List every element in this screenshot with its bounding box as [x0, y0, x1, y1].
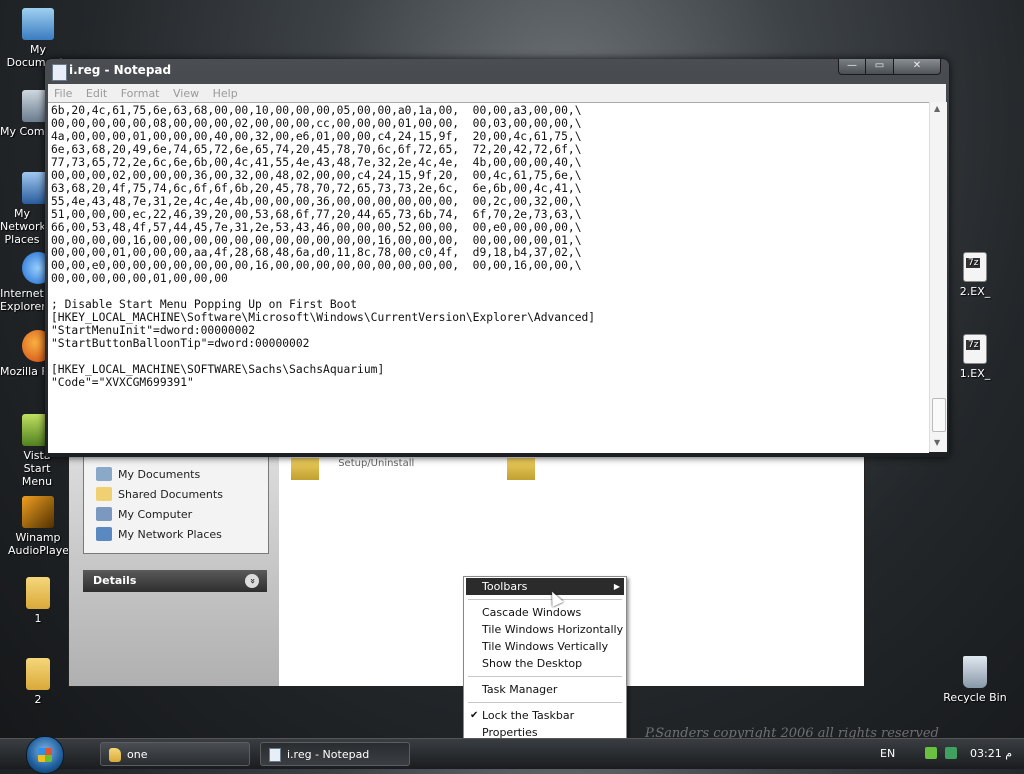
taskbar-context-menu: Toolbars ▶ Cascade Windows Tile Windows …: [463, 576, 627, 744]
notepad-icon: [269, 748, 281, 762]
menu-item-label: Tile Windows Horizontally: [482, 623, 624, 636]
my-network-places-icon: [96, 527, 112, 541]
menu-item-cascade-windows[interactable]: Cascade Windows: [466, 604, 624, 621]
task-link-shared-documents[interactable]: Shared Documents: [84, 484, 268, 504]
folder-icon: [26, 577, 50, 609]
my-documents-icon: [22, 8, 54, 40]
setup-icon: [291, 458, 319, 480]
chevron-down-icon[interactable]: »: [245, 574, 259, 588]
7z-file-icon: 7z: [963, 334, 987, 364]
close-button[interactable]: ✕: [893, 59, 941, 75]
menu-format[interactable]: Format: [115, 84, 164, 100]
menu-bar: File Edit Format View Help: [48, 84, 946, 102]
taskbar-button-label: one: [127, 748, 148, 761]
menu-item-toolbars[interactable]: Toolbars ▶: [466, 578, 624, 595]
file-label: Setup/Uninstall: [338, 458, 415, 469]
menu-item-label: Toolbars: [482, 580, 528, 593]
menu-edit[interactable]: Edit: [80, 84, 111, 100]
desktop-icon-winamp[interactable]: Winamp AudioPlayer: [0, 496, 76, 557]
vertical-scrollbar[interactable]: ▲ ▼: [929, 102, 947, 452]
taskbar-button-notepad[interactable]: i.reg - Notepad: [260, 742, 410, 766]
clock[interactable]: 03:21 م: [970, 747, 1012, 760]
menu-item-tile-vertically[interactable]: Tile Windows Vertically: [466, 638, 624, 655]
my-computer-icon: [96, 507, 112, 521]
menu-separator: [468, 702, 622, 703]
task-link-my-computer[interactable]: My Computer: [84, 504, 268, 524]
network-icon[interactable]: [925, 747, 937, 759]
menu-item-lock-taskbar[interactable]: ✔ Lock the Taskbar: [466, 707, 624, 724]
menu-help[interactable]: Help: [207, 84, 242, 100]
scroll-up-icon[interactable]: ▲: [934, 104, 940, 113]
task-link-label: My Computer: [118, 507, 193, 521]
menu-item-label: Show the Desktop: [482, 657, 583, 670]
folder-icon: [109, 748, 121, 762]
checkmark-icon: ✔: [470, 710, 479, 721]
menu-separator: [468, 676, 622, 677]
notepad-window[interactable]: i.reg - Notepad — ▭ ✕ File Edit Format V…: [45, 59, 949, 457]
start-button[interactable]: [26, 736, 64, 774]
details-panel-header[interactable]: Details »: [83, 570, 267, 592]
menu-item-task-manager[interactable]: Task Manager: [466, 681, 624, 698]
minimize-button[interactable]: —: [838, 59, 866, 75]
taskbar-button-one[interactable]: one: [100, 742, 250, 766]
menu-item-show-desktop[interactable]: Show the Desktop: [466, 655, 624, 672]
explorer-file-item[interactable]: [507, 458, 535, 480]
other-places-panel: My Documents Shared Documents My Compute…: [83, 456, 269, 554]
desktop-icon-label: My Computer: [0, 125, 44, 138]
system-tray: [925, 747, 965, 761]
folder-icon: [26, 658, 50, 690]
recycle-bin-icon: [963, 656, 987, 688]
scroll-down-icon[interactable]: ▼: [934, 438, 940, 447]
desktop-icon-label: 1: [34, 612, 42, 625]
text-editor[interactable]: 6b,20,4c,61,75,6e,63,68,00,00,10,00,00,0…: [48, 102, 929, 453]
task-link-my-documents[interactable]: My Documents: [84, 464, 268, 484]
7z-badge: 7z: [966, 340, 981, 350]
desktop-icon-label: 2: [34, 693, 42, 706]
7z-badge: 7z: [966, 258, 981, 268]
language-indicator[interactable]: EN: [880, 747, 895, 760]
desktop-icon-folder-1[interactable]: 1: [0, 577, 76, 625]
windows-logo-icon: [38, 748, 52, 762]
taskbar[interactable]: one i.reg - Notepad EN 03:21 م: [0, 736, 1024, 774]
task-link-label: My Network Places: [118, 527, 222, 541]
explorer-task-pane: My Documents Shared Documents My Compute…: [69, 456, 279, 686]
window-title: i.reg - Notepad: [69, 63, 172, 77]
menu-item-tile-horizontally[interactable]: Tile Windows Horizontally: [466, 621, 624, 638]
details-label: Details: [93, 574, 137, 587]
desktop-icon-label: My Network Places: [0, 207, 44, 246]
task-link-label: My Documents: [118, 467, 201, 481]
desktop-icon-label: Recycle Bin: [943, 691, 1007, 704]
menu-item-label: Lock the Taskbar: [482, 709, 575, 722]
desktop-icon-label: Winamp AudioPlayer: [8, 531, 74, 557]
editor-content: 6b,20,4c,61,75,6e,63,68,00,00,10,00,00,0…: [51, 104, 596, 390]
maximize-button[interactable]: ▭: [865, 59, 894, 75]
menu-view[interactable]: View: [167, 84, 203, 100]
taskbar-button-label: i.reg - Notepad: [287, 748, 370, 761]
task-link-label: Shared Documents: [118, 487, 223, 501]
menu-item-label: Task Manager: [482, 683, 558, 696]
scrollbar-thumb[interactable]: [932, 398, 946, 432]
desktop-icon-folder-2[interactable]: 2: [0, 658, 76, 706]
winamp-icon: [22, 496, 54, 528]
menu-item-label: Tile Windows Vertically: [482, 640, 609, 653]
explorer-file-setup[interactable]: Setup/Uninstall: [291, 458, 414, 480]
menu-file[interactable]: File: [48, 84, 76, 100]
setup-icon: [507, 458, 535, 480]
desktop-icon-recycle-bin[interactable]: Recycle Bin: [937, 656, 1013, 704]
shared-documents-icon: [96, 487, 112, 501]
notepad-icon: [52, 64, 67, 81]
task-link-my-network-places[interactable]: My Network Places: [84, 524, 268, 544]
7z-file-icon: 7z: [963, 252, 987, 282]
menu-item-label: Cascade Windows: [482, 606, 582, 619]
submenu-arrow-icon: ▶: [613, 582, 620, 591]
safely-remove-icon[interactable]: [944, 747, 957, 759]
menu-separator: [468, 599, 622, 600]
desktop-icon-label: Mozilla Firefox: [0, 365, 44, 378]
my-documents-icon: [96, 467, 112, 481]
desktop-icon-label: Internet Explorer: [0, 287, 44, 313]
